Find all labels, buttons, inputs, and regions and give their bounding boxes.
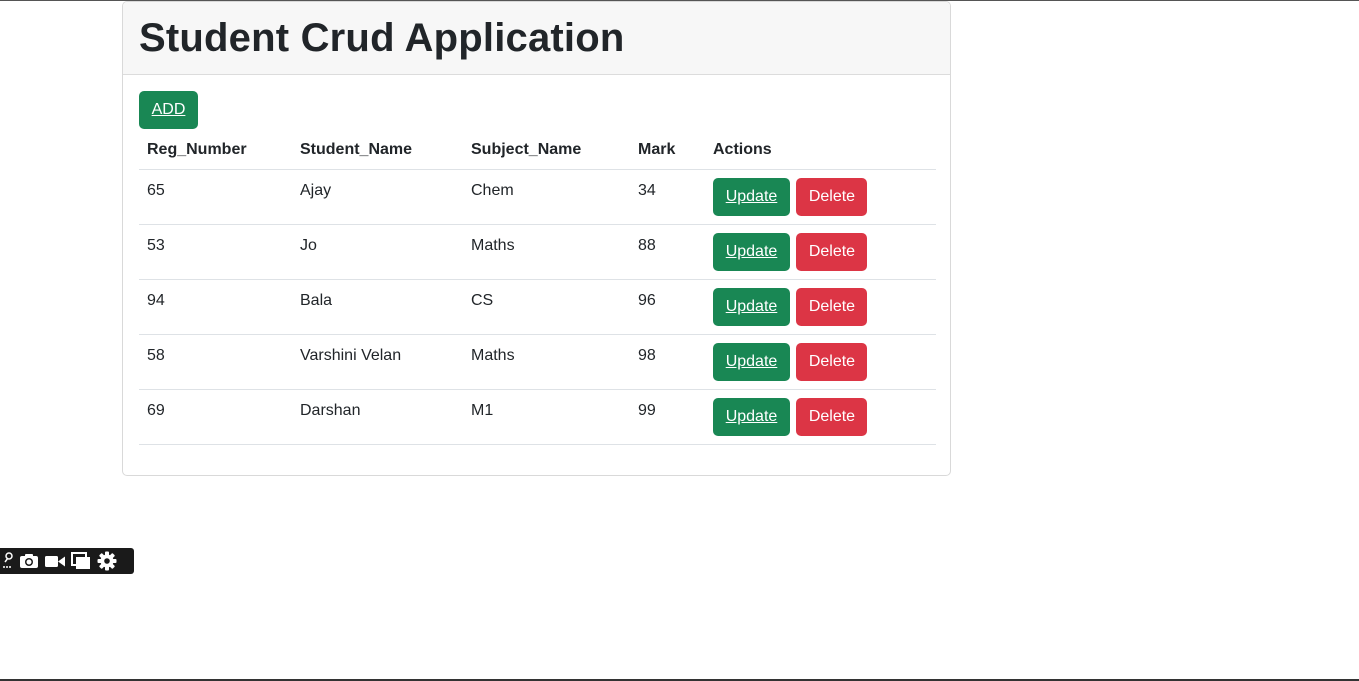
- table-row: 69 Darshan M1 99 Update Delete: [139, 389, 936, 445]
- table-row: 58 Varshini Velan Maths 98 Update Delete: [139, 334, 936, 390]
- cell-reg-number: 94: [139, 279, 292, 335]
- cell-actions: Update Delete: [705, 279, 936, 335]
- cell-student-name: Varshini Velan: [292, 334, 463, 390]
- window-icon[interactable]: [70, 550, 92, 572]
- cell-reg-number: 65: [139, 169, 292, 225]
- camera-icon[interactable]: [18, 550, 40, 572]
- cell-subject-name: Chem: [463, 169, 630, 225]
- add-button[interactable]: ADD: [139, 91, 198, 129]
- column-header-student-name: Student_Name: [292, 135, 463, 170]
- delete-button[interactable]: Delete: [796, 233, 868, 271]
- cell-reg-number: 53: [139, 224, 292, 280]
- delete-button[interactable]: Delete: [796, 398, 868, 436]
- card-header: Student Crud Application: [123, 2, 950, 75]
- card-body: ADD Reg_Number Student_Name Subject_Name…: [123, 75, 950, 445]
- cell-subject-name: CS: [463, 279, 630, 335]
- delete-button[interactable]: Delete: [796, 343, 868, 381]
- cell-actions: Update Delete: [705, 389, 936, 445]
- cell-mark: 34: [630, 169, 705, 225]
- column-header-subject-name: Subject_Name: [463, 135, 630, 170]
- delete-button[interactable]: Delete: [796, 288, 868, 326]
- update-button[interactable]: Update: [713, 288, 790, 326]
- column-header-actions: Actions: [705, 135, 936, 170]
- table-row: 94 Bala CS 96 Update Delete: [139, 279, 936, 335]
- cell-actions: Update Delete: [705, 169, 936, 225]
- cell-reg-number: 69: [139, 389, 292, 445]
- column-header-reg-number: Reg_Number: [139, 135, 292, 170]
- table-row: 53 Jo Maths 88 Update Delete: [139, 224, 936, 280]
- table-header-row: Reg_Number Student_Name Subject_Name Mar…: [139, 135, 936, 170]
- cell-subject-name: Maths: [463, 224, 630, 280]
- cell-mark: 99: [630, 389, 705, 445]
- cell-reg-number: 58: [139, 334, 292, 390]
- delete-button[interactable]: Delete: [796, 178, 868, 216]
- capture-toolbar: [0, 548, 134, 574]
- students-table: Reg_Number Student_Name Subject_Name Mar…: [139, 135, 936, 445]
- cell-student-name: Bala: [292, 279, 463, 335]
- cell-student-name: Ajay: [292, 169, 463, 225]
- update-button[interactable]: Update: [713, 233, 790, 271]
- pin-icon[interactable]: [2, 550, 14, 572]
- table-row: 65 Ajay Chem 34 Update Delete: [139, 169, 936, 225]
- cell-subject-name: Maths: [463, 334, 630, 390]
- cell-mark: 98: [630, 334, 705, 390]
- cell-mark: 88: [630, 224, 705, 280]
- cell-student-name: Darshan: [292, 389, 463, 445]
- cell-subject-name: M1: [463, 389, 630, 445]
- video-icon[interactable]: [44, 550, 66, 572]
- column-header-mark: Mark: [630, 135, 705, 170]
- cell-actions: Update Delete: [705, 334, 936, 390]
- update-button[interactable]: Update: [713, 398, 790, 436]
- student-card: Student Crud Application ADD Reg_Number …: [122, 1, 951, 476]
- cell-student-name: Jo: [292, 224, 463, 280]
- update-button[interactable]: Update: [713, 343, 790, 381]
- cell-actions: Update Delete: [705, 224, 936, 280]
- gear-icon[interactable]: [96, 550, 118, 572]
- cell-mark: 96: [630, 279, 705, 335]
- page-title: Student Crud Application: [139, 16, 625, 60]
- update-button[interactable]: Update: [713, 178, 790, 216]
